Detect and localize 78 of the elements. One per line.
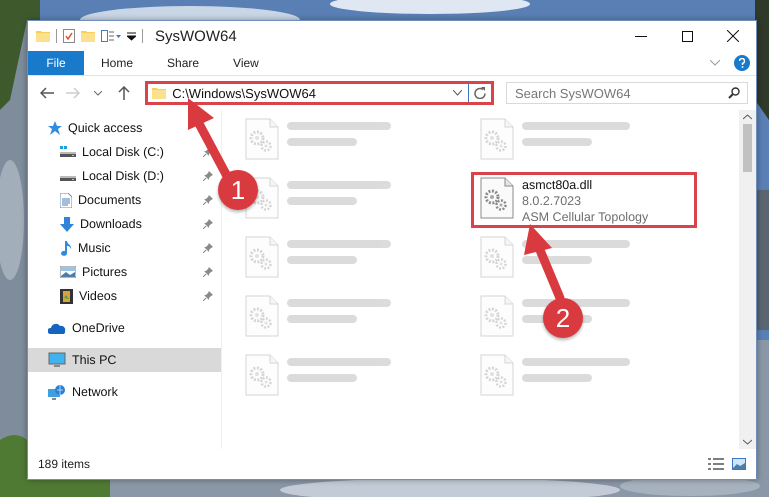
search-field[interactable]: Search SysWOW64 — [506, 82, 748, 104]
ribbon-tab[interactable]: Home — [84, 51, 150, 75]
pin-icon — [203, 171, 213, 181]
sidebar-item[interactable]: Music — [28, 236, 221, 260]
drive-icon — [60, 146, 76, 158]
up-arrow-icon[interactable] — [118, 86, 130, 100]
close-icon[interactable] — [727, 30, 739, 42]
pin-icon — [203, 195, 213, 205]
cloud-icon — [48, 322, 66, 334]
folder-icon — [152, 85, 166, 101]
back-arrow-icon[interactable] — [40, 87, 54, 99]
refresh-icon[interactable] — [474, 87, 486, 99]
file-item[interactable]: asmct80a.dll 8.0.2.7023 ASM Cellular Topology — [471, 172, 697, 228]
blurred-text — [522, 256, 592, 264]
pin-icon — [203, 243, 213, 253]
pin-icon — [203, 291, 213, 301]
scroll-down-icon[interactable] — [743, 439, 752, 445]
blurred-text — [287, 256, 357, 264]
properties-icon[interactable] — [63, 29, 75, 43]
dll-file-icon — [480, 236, 514, 278]
sidebar-item[interactable]: Local Disk (D:) — [28, 164, 221, 188]
sidebar-item[interactable]: Network — [28, 380, 221, 404]
maximize-icon[interactable] — [682, 30, 692, 42]
dll-file-icon — [245, 118, 279, 160]
folder-icon — [81, 30, 95, 42]
dll-file-icon — [480, 118, 514, 160]
file-detail: ASM Cellular Topology — [522, 209, 648, 225]
sidebar-item[interactable]: This PC — [28, 348, 221, 372]
network-icon — [48, 384, 66, 400]
large-icons-view-icon[interactable] — [732, 458, 746, 470]
sidebar-item[interactable]: Downloads — [28, 212, 221, 236]
file-detail: 8.0.2.7023 — [522, 193, 582, 209]
file-menu-tab[interactable]: File — [28, 51, 84, 75]
pin-icon — [203, 267, 213, 277]
ribbon-tab[interactable]: Share — [150, 51, 216, 75]
blurred-text — [287, 374, 357, 382]
blurred-text — [287, 138, 357, 146]
help-icon[interactable] — [734, 55, 750, 71]
search-icon — [728, 87, 740, 99]
monitor-icon — [48, 352, 66, 368]
view-options-icon[interactable] — [101, 30, 121, 42]
pin-icon — [203, 219, 213, 229]
dll-file-icon — [245, 236, 279, 278]
blurred-text — [522, 138, 592, 146]
item-count: 189 items — [38, 457, 90, 471]
sidebar-item[interactable]: Local Disk (C:) — [28, 140, 221, 164]
dll-file-icon — [480, 177, 514, 219]
details-view-icon[interactable] — [708, 458, 724, 470]
music-note-icon — [60, 240, 72, 256]
sidebar-item[interactable]: Videos — [28, 284, 221, 308]
sidebar-item[interactable]: Documents — [28, 188, 221, 212]
download-icon — [60, 216, 74, 232]
document-icon — [60, 192, 72, 208]
chevron-down-icon[interactable] — [453, 90, 462, 96]
blurred-text — [287, 315, 357, 323]
chevron-down-icon[interactable] — [94, 90, 102, 96]
picture-icon — [60, 266, 76, 278]
sidebar-item[interactable]: OneDrive — [28, 316, 221, 340]
star-icon — [48, 121, 62, 135]
blurred-text — [522, 374, 592, 382]
dll-file-icon — [480, 295, 514, 337]
dll-file-icon — [245, 354, 279, 396]
ribbon-tab[interactable]: View — [216, 51, 276, 75]
customize-toolbar-icon[interactable] — [127, 32, 136, 40]
scroll-up-icon[interactable] — [743, 114, 752, 120]
dll-file-icon — [480, 354, 514, 396]
folder-icon — [36, 30, 50, 42]
sidebar-item[interactable]: Quick access — [28, 116, 221, 140]
file-name: asmct80a.dll — [522, 177, 594, 193]
scrollbar[interactable] — [739, 110, 756, 449]
blurred-text — [287, 197, 357, 205]
address-bar[interactable]: C:\Windows\SysWOW64 — [145, 81, 494, 105]
film-icon — [60, 288, 73, 304]
expand-ribbon-icon[interactable] — [710, 60, 720, 66]
dll-file-icon — [245, 295, 279, 337]
window-title: SysWOW64 — [155, 28, 237, 44]
scrollbar-thumb[interactable] — [743, 124, 752, 172]
sidebar-item[interactable]: Pictures — [28, 260, 221, 284]
